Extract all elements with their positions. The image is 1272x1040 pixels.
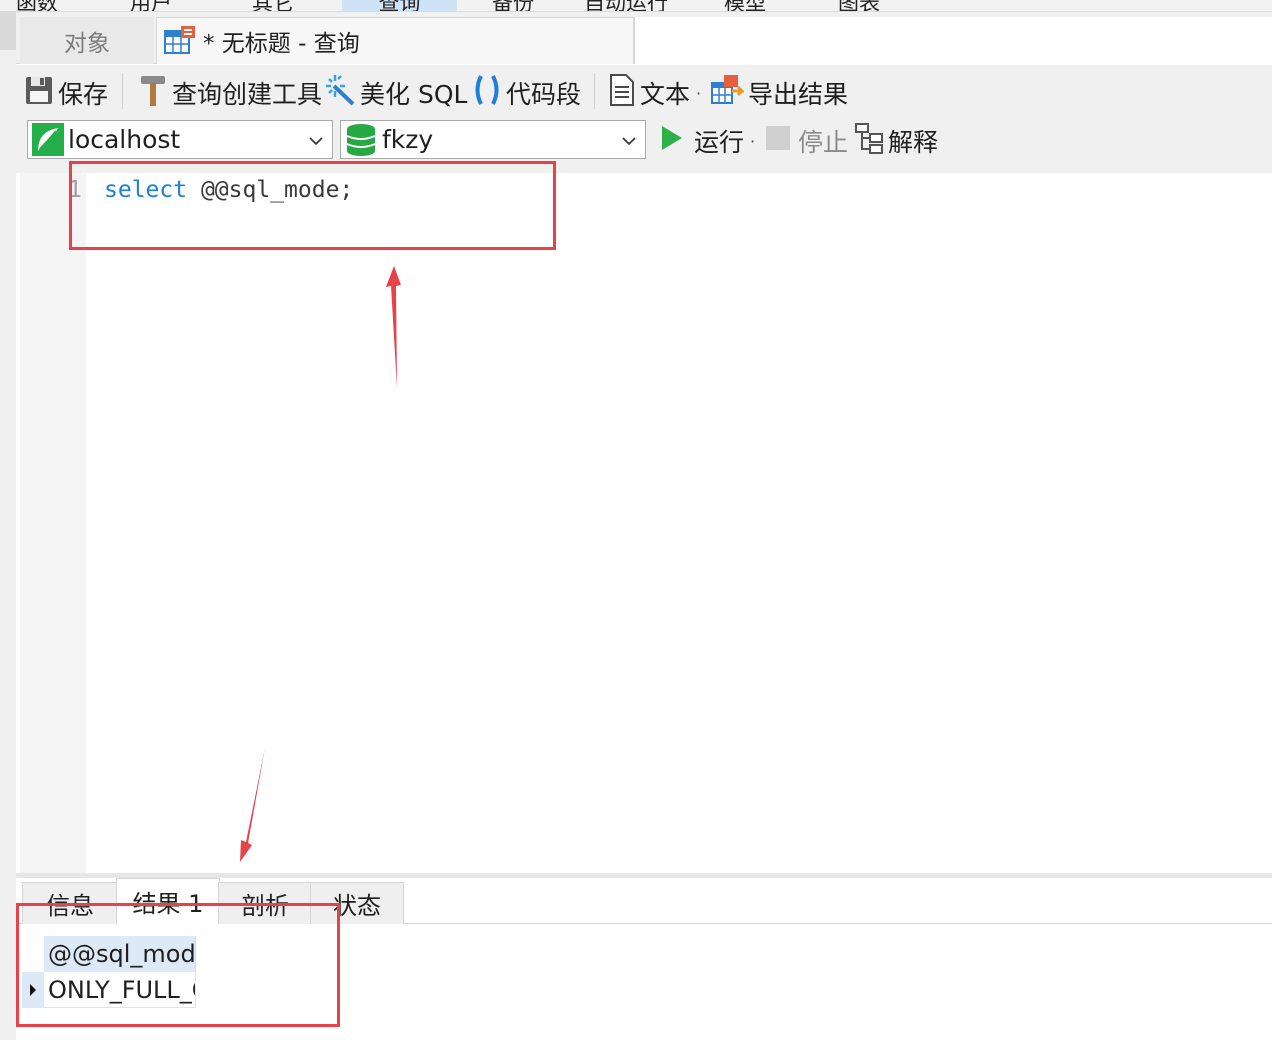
explain-button[interactable]: 解释: [854, 121, 938, 161]
chevron-down-icon: [309, 137, 323, 146]
run-dropdown-indicator[interactable]: ·: [750, 132, 755, 151]
run-label: 运行: [694, 128, 745, 157]
table-icon: [163, 25, 197, 57]
chevron-down-icon: [622, 137, 636, 146]
export-results-button[interactable]: 导出结果: [710, 73, 848, 113]
database-select[interactable]: fkzy: [340, 120, 646, 159]
menu-item-model[interactable]: 模型: [724, 0, 766, 11]
menu-bar: 函数 用户 其它 查询 备份 自动运行 模型 图表: [0, 0, 1272, 12]
parentheses-icon: [472, 73, 502, 113]
menu-item-query[interactable]: 查询: [342, 0, 457, 11]
connection-value: localhost: [68, 125, 181, 154]
text-button[interactable]: 文本 ·: [608, 73, 701, 113]
tab-bar-empty-area: [634, 17, 1272, 64]
beautify-sql-label: 美化 SQL: [360, 80, 468, 109]
query-toolbar: 保存 查询创建工具 美化 SQL 代码段 文本 · 导出结果 localhost…: [16, 65, 1272, 173]
stop-icon: [766, 126, 790, 156]
run-button[interactable]: 运行 ·: [660, 121, 755, 161]
hammer-icon: [138, 73, 168, 113]
export-icon: [710, 73, 746, 113]
menu-item-backup[interactable]: 备份: [492, 0, 534, 11]
query-builder-button[interactable]: 查询创建工具: [138, 73, 322, 113]
text-label: 文本: [640, 80, 691, 109]
export-results-label: 导出结果: [748, 80, 849, 109]
tab-query[interactable]: * 无标题 - 查询: [156, 17, 634, 64]
stop-button[interactable]: 停止: [766, 121, 848, 161]
annotation-box-result: [16, 903, 340, 1027]
text-dropdown-indicator[interactable]: ·: [696, 84, 701, 103]
save-icon: [24, 74, 54, 112]
query-builder-label: 查询创建工具: [172, 80, 323, 109]
tab-query-label: * 无标题 - 查询: [203, 31, 360, 57]
menu-item-automation[interactable]: 自动运行: [584, 0, 668, 11]
line-number-gutter: [20, 173, 86, 873]
play-icon: [660, 125, 684, 157]
connection-icon: [32, 123, 64, 156]
menu-item-charts[interactable]: 图表: [838, 0, 880, 11]
annotation-box-query: [69, 161, 556, 250]
menu-item-others[interactable]: 其它: [252, 0, 294, 11]
tab-objects[interactable]: 对象: [20, 17, 154, 64]
stop-label: 停止: [798, 128, 849, 157]
save-label: 保存: [58, 80, 109, 109]
code-snippet-button[interactable]: 代码段: [472, 73, 581, 113]
menu-item-users[interactable]: 用户: [130, 0, 172, 11]
code-snippet-label: 代码段: [506, 80, 582, 109]
database-icon: [344, 123, 378, 157]
menu-item-functions[interactable]: 函数: [16, 0, 58, 11]
connection-select[interactable]: localhost: [27, 120, 333, 159]
tab-bar: 对象 * 无标题 - 查询: [16, 12, 1272, 64]
database-value: fkzy: [382, 125, 434, 154]
sql-editor[interactable]: 1 select @@sql_mode;: [16, 173, 1272, 873]
save-button[interactable]: 保存: [24, 73, 108, 113]
explain-icon: [854, 122, 886, 160]
explain-label: 解释: [888, 128, 939, 157]
magic-wand-icon: [326, 74, 356, 112]
beautify-sql-button[interactable]: 美化 SQL: [326, 73, 467, 113]
text-document-icon: [608, 73, 636, 113]
left-panel-edge: [0, 12, 16, 1040]
